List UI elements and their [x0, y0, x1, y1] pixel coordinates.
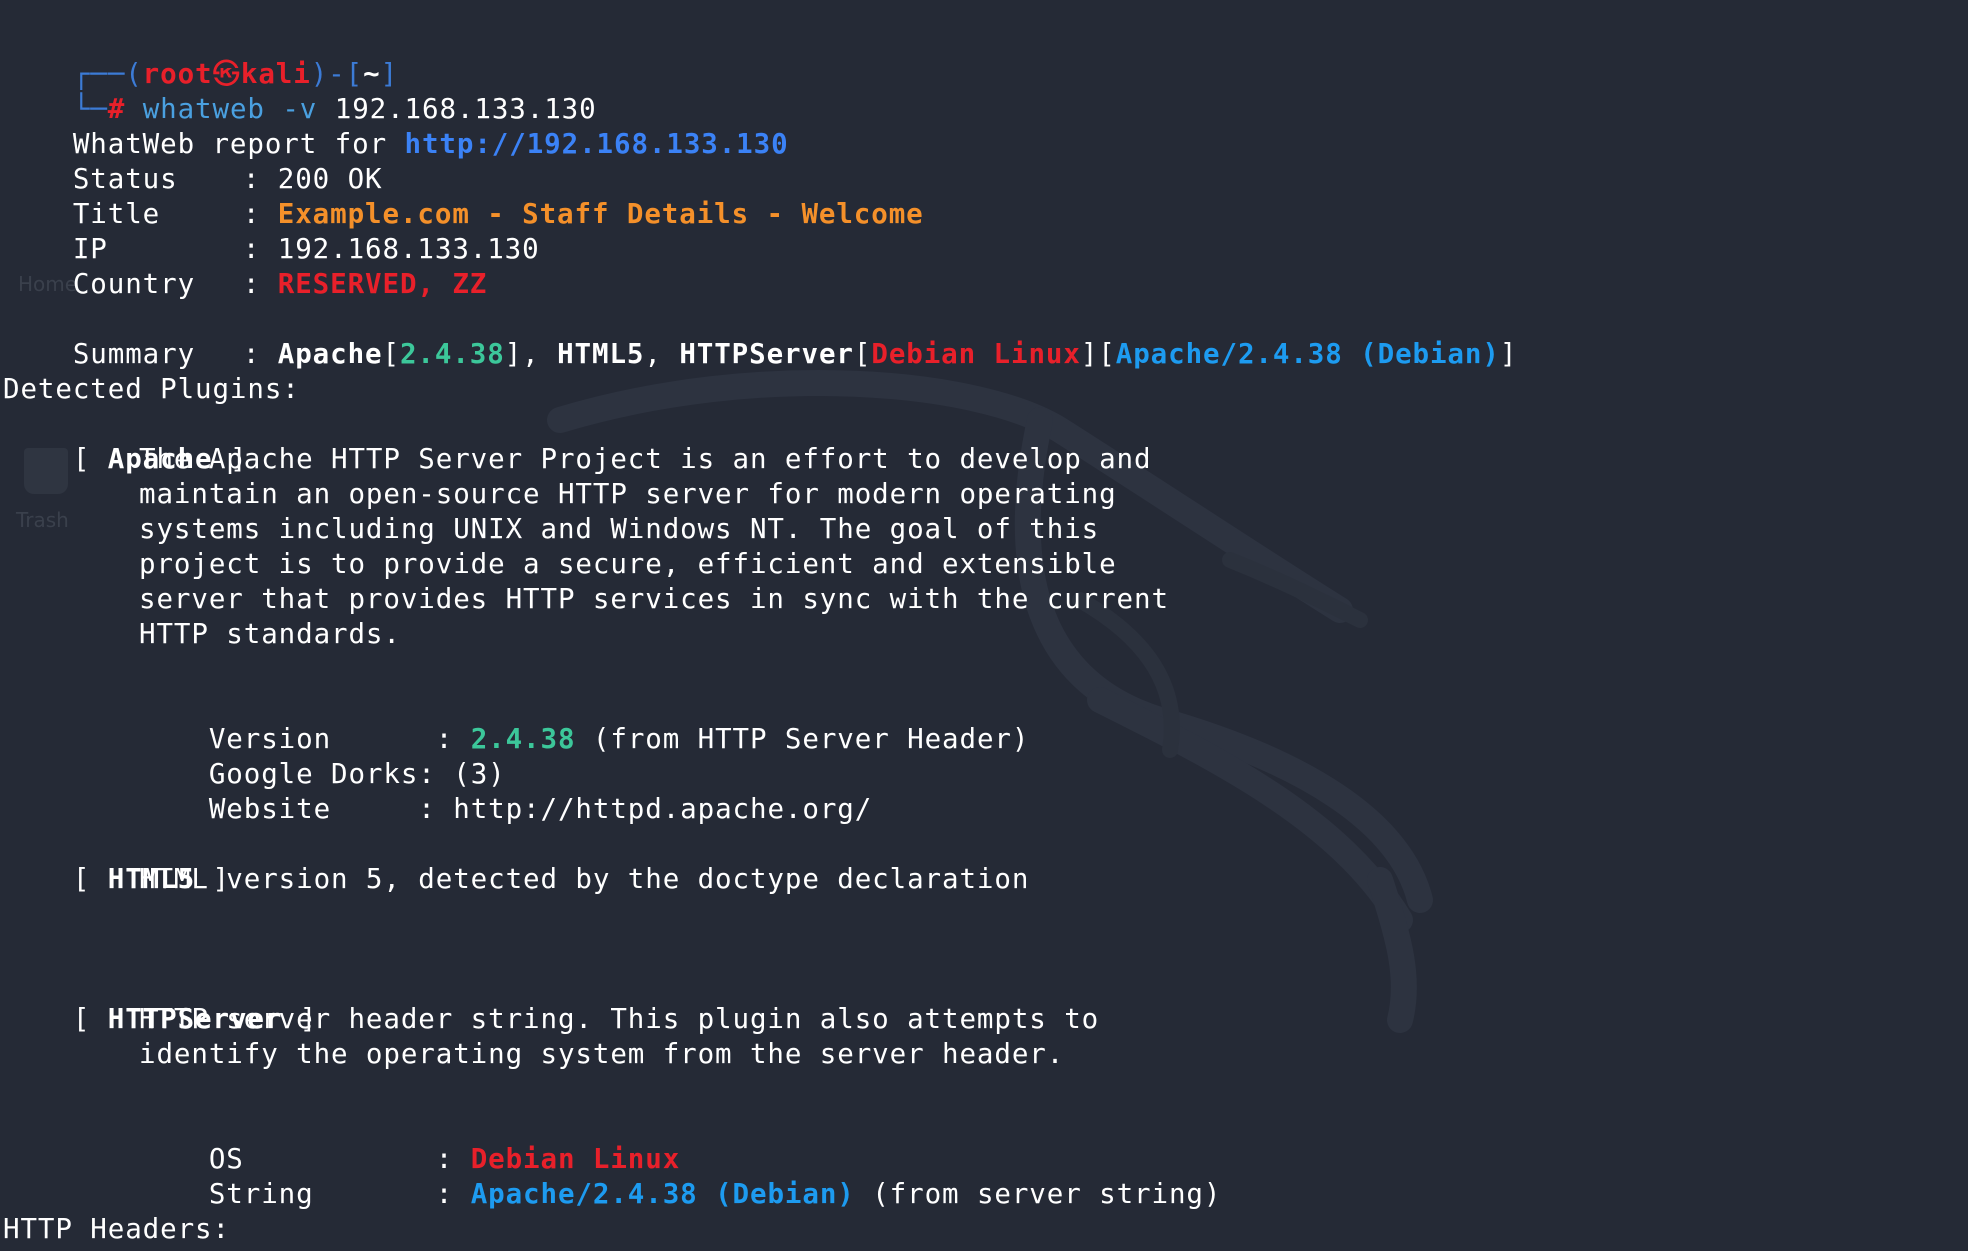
summary-colon: : [242, 338, 278, 370]
plugin-apache-desc-line: maintain an open-source HTTP server for … [139, 478, 1117, 510]
summary-sep: ], [504, 338, 558, 370]
country-value-row: : RESERVED, ZZ [173, 232, 487, 300]
summary-os: Debian Linux [871, 338, 1081, 370]
plugin-apache-desc-line: systems including UNIX and Windows NT. T… [139, 513, 1100, 545]
summary-httpserver: HTTPServer [679, 338, 854, 370]
website-label: Website : [208, 793, 436, 825]
summary-apache: Apache [277, 338, 383, 370]
plugin-apache-desc-line: project is to provide a secure, efficien… [139, 548, 1117, 580]
ip-row: IP [3, 197, 108, 265]
terminal-output[interactable]: ┌──(root㉿kali)-[~] └─# whatweb -v 192.16… [0, 0, 1968, 1251]
bracket-open: [ [72, 863, 108, 895]
plugin-apache-desc-line: The Apache HTTP Server Project is an eff… [139, 443, 1152, 475]
bracket-open: [ [72, 1003, 108, 1035]
summary-apache-version: 2.4.38 [399, 338, 505, 370]
title-row: Title [3, 162, 160, 230]
plugin-html5-header: [ HTML5 ] [3, 827, 230, 895]
country-value: RESERVED, ZZ [277, 268, 488, 300]
summary-bracket: [ [853, 338, 872, 370]
plugin-apache-version-row: Version : 2.4.38 (from HTTP Server Heade… [139, 687, 1029, 755]
string-source: (from server string) [872, 1178, 1222, 1210]
country-row: Country [3, 232, 195, 300]
plugin-httpserver-header: [ HTTPServer ] [3, 967, 317, 1035]
plugin-html5-desc: HTML version 5, detected by the doctype … [139, 863, 1030, 895]
plugin-httpserver-desc-line: identify the operating system from the s… [139, 1038, 1065, 1070]
status-row: Status [3, 127, 178, 195]
plugin-apache-header: [ Apache ] [3, 407, 247, 475]
http-headers-label: HTTP Headers: [3, 1213, 230, 1245]
title-value-row: : Example.com - Staff Details - Welcome [173, 162, 924, 230]
report-header: WhatWeb report for http://192.168.133.13… [3, 92, 789, 160]
country-colon: : [242, 268, 278, 300]
string-value: Apache/2.4.38 (Debian) [470, 1178, 855, 1210]
bracket-open: [ [72, 443, 108, 475]
summary-value-row: : Apache[2.4.38], HTML5, HTTPServer[Debi… [173, 302, 1517, 370]
plugins-heading: Detected Plugins: [3, 373, 300, 405]
summary-server-string: Apache/2.4.38 (Debian) [1115, 338, 1500, 370]
report-url[interactable]: http://192.168.133.130 [405, 128, 789, 160]
summary-bracket: ] [1499, 338, 1518, 370]
summary-row: Summary [3, 302, 195, 370]
summary-bracket: [ [382, 338, 400, 370]
prompt-line: ┌──(root㉿kali)-[~] [3, 22, 398, 90]
summary-sep: , [644, 338, 680, 370]
plugin-apache-dorks-row: Google Dorks: (3) [139, 722, 506, 790]
version-source: (from HTTP Server Header) [592, 723, 1030, 755]
plugin-httpserver-string-row: String : Apache/2.4.38 (Debian) (from se… [139, 1142, 1221, 1210]
summary-html5: HTML5 [557, 338, 645, 370]
website-value[interactable]: http://httpd.apache.org/ [453, 793, 872, 825]
command-line: └─# whatweb -v 192.168.133.130 [3, 57, 597, 125]
plugin-httpserver-os-row: OS : Debian Linux [139, 1107, 680, 1175]
ip-value-row: : 192.168.133.130 [173, 197, 540, 265]
string-label: String : [208, 1178, 454, 1210]
summary-bracket: ][ [1080, 338, 1116, 370]
plugin-apache-website-row: Website : http://httpd.apache.org/ [139, 757, 872, 825]
status-value-row: : 200 OK [173, 127, 383, 195]
plugin-apache-desc-line: server that provides HTTP services in sy… [139, 583, 1169, 615]
plugin-httpserver-desc-line: HTTP server header string. This plugin a… [139, 1003, 1100, 1035]
plugin-apache-desc-line: HTTP standards. [139, 618, 401, 650]
